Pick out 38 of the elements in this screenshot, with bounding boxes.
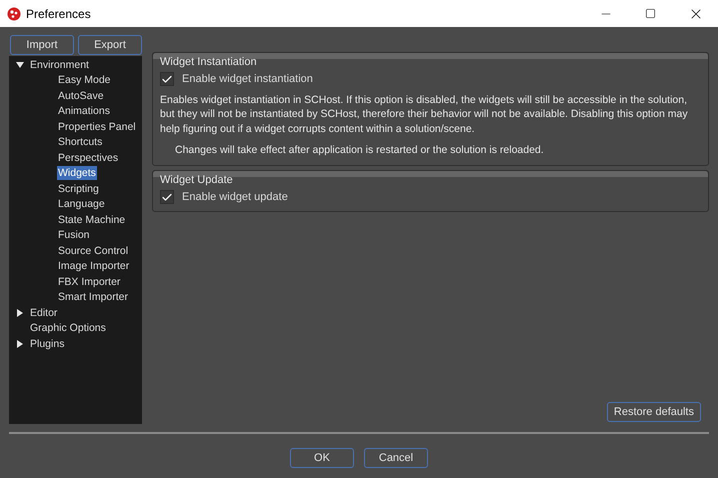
dialog-button[interactable]: Restore defaults [606, 402, 701, 422]
dialog-button[interactable]: Export [78, 35, 142, 55]
tree-item[interactable]: Language [57, 197, 106, 212]
note-text: Changes will take effect after application is restarted or the solution is reloaded. [174, 143, 545, 158]
tree-item[interactable]: Perspectives [57, 150, 120, 165]
tree-item[interactable]: Widgets [57, 166, 97, 180]
tree-item[interactable]: State Machine [57, 212, 126, 227]
checkbox[interactable] [160, 190, 174, 204]
checkbox-label: Enable widget instantiation [182, 72, 313, 87]
tree-item[interactable]: Easy Mode [57, 73, 112, 88]
group-title: Widget Instantiation [159, 56, 258, 69]
tree-item[interactable]: Shortcuts [57, 135, 104, 150]
tree-item[interactable]: Fusion [57, 228, 91, 242]
tree-item[interactable]: Image Importer [57, 259, 130, 274]
tree-item[interactable]: Editor [29, 306, 58, 320]
tree-item[interactable]: Properties Panel [57, 120, 137, 134]
tree-item[interactable]: Environment [29, 58, 90, 72]
tree-item[interactable]: Smart Importer [57, 290, 130, 304]
description-text: Enables widget instantiation in SCHost. If this option is disabled, the widgets will still be accessible in the solution, but they will not be instantiated by SCHost, therefore their behavior will not be available. Disabling this option may help figuring out if a widget corrupts content within a solution/scene. [159, 92, 689, 136]
collapsed-arrow-icon[interactable] [16, 340, 24, 348]
tree-item[interactable]: Graphic Options [29, 321, 107, 336]
tree-item[interactable]: Scripting [57, 182, 100, 196]
tree-item[interactable]: Source Control [57, 244, 130, 258]
checkbox-label: Enable widget update [182, 190, 288, 205]
expanded-arrow-icon[interactable] [16, 60, 24, 69]
collapsed-arrow-icon[interactable] [16, 308, 24, 317]
window-title: Preferences [26, 6, 91, 22]
maximize-icon[interactable] [645, 8, 656, 19]
checkbox[interactable] [160, 72, 174, 86]
tree-item[interactable]: FBX Importer [57, 274, 122, 289]
group-title: Widget Update [159, 174, 234, 187]
dialog-button[interactable]: Import [10, 35, 74, 55]
dialog-button[interactable]: OK [290, 448, 354, 468]
dialog-button[interactable]: Cancel [364, 448, 428, 468]
app-logo-icon [7, 6, 21, 20]
tree-item[interactable]: Plugins [29, 336, 66, 351]
tree-item[interactable]: AutoSave [57, 88, 105, 103]
tree-item[interactable]: Animations [57, 104, 111, 118]
